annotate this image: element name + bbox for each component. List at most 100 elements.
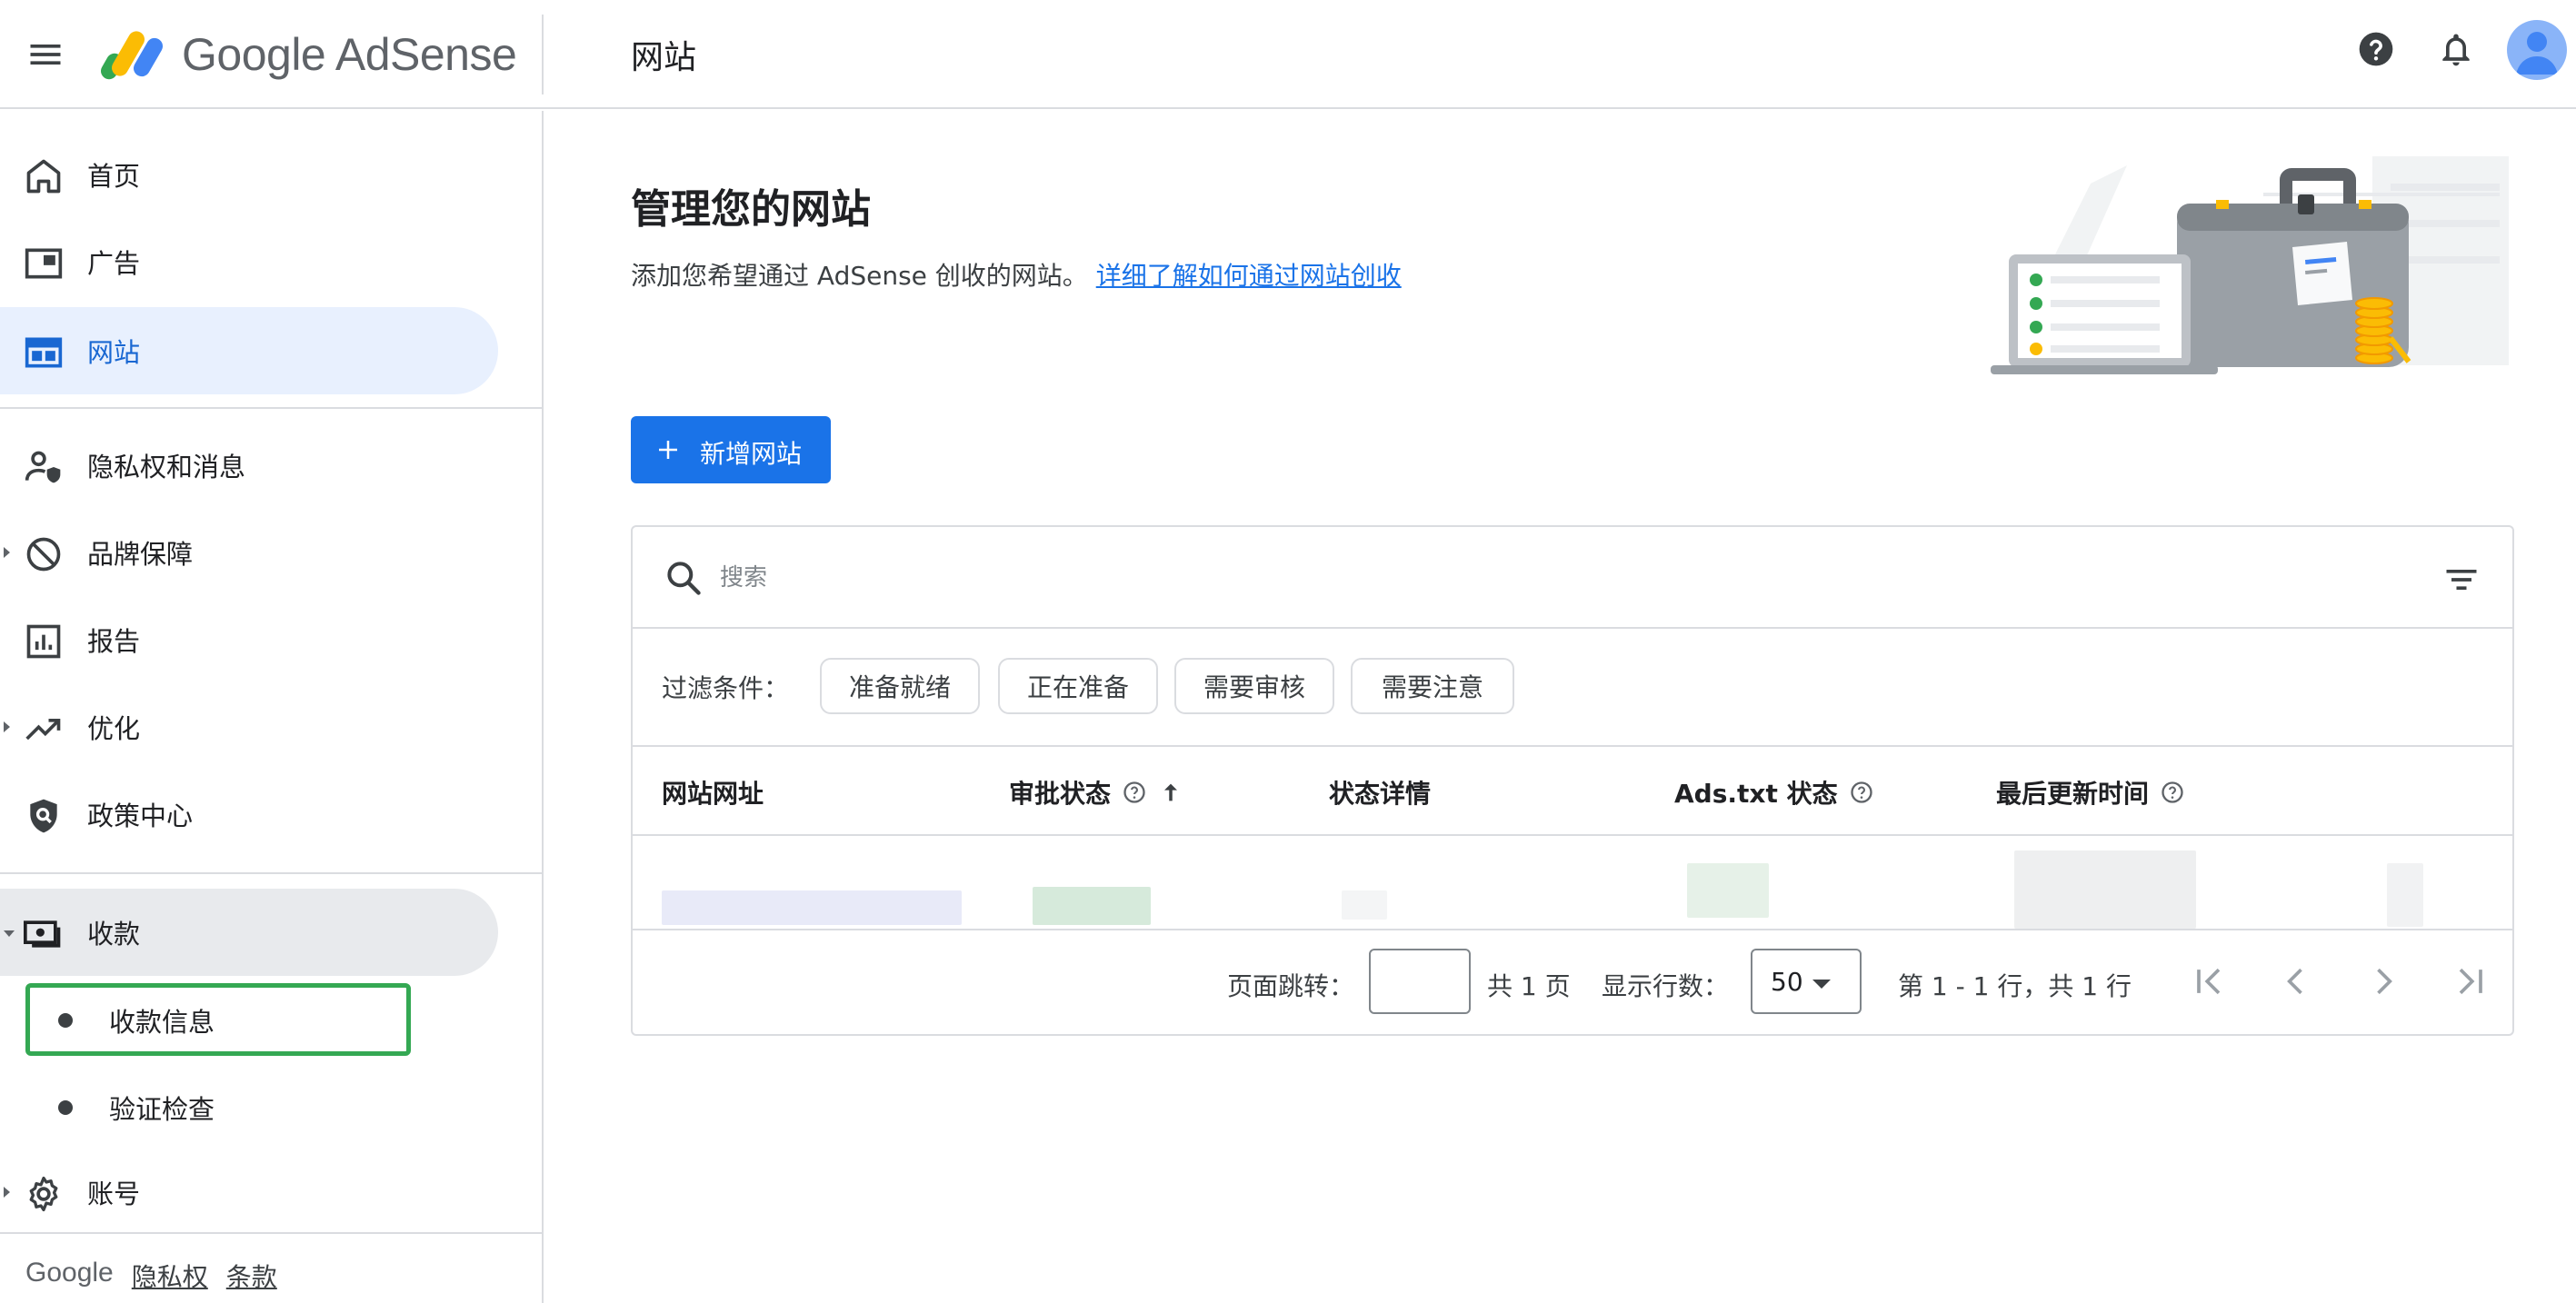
sidebar-nav: 首页 广告 网站 隐私权和消息 品牌保障 报告 优化 政策中心 收款 收款信息 … xyxy=(0,111,544,1303)
sidebar-item-label: 收款 xyxy=(87,919,141,950)
adsense-logo-icon xyxy=(101,31,163,80)
help-outline-icon[interactable] xyxy=(2160,780,2185,805)
account-avatar[interactable] xyxy=(2507,20,2567,80)
bullet-dot xyxy=(58,1013,73,1028)
column-header-label: 网站网址 xyxy=(662,779,764,809)
next-page-icon[interactable] xyxy=(2363,961,2403,1001)
sidebar-item-label: 账号 xyxy=(87,1179,141,1209)
learn-more-link[interactable]: 详细了解如何通过网站创收 xyxy=(1096,261,1402,291)
adsense-logo[interactable]: Google AdSense xyxy=(100,20,517,89)
collapse-caret-icon xyxy=(4,930,15,937)
table-row[interactable] xyxy=(633,836,2512,930)
plus-icon xyxy=(659,441,677,459)
sidebar-item-label: 首页 xyxy=(87,161,141,192)
last-page-icon[interactable] xyxy=(2451,961,2491,1001)
description-text: 添加您希望通过 AdSense 创收的网站。 xyxy=(631,261,1088,291)
sidebar-item-label: 网站 xyxy=(87,337,141,368)
ads-icon xyxy=(25,248,63,279)
rows-per-page-select[interactable]: 50 xyxy=(1751,949,1862,1014)
notifications-bell-icon[interactable] xyxy=(2436,29,2476,69)
sidebar-divider xyxy=(0,1232,542,1234)
search-row xyxy=(633,527,2512,629)
chip-ready[interactable]: 准备就绪 xyxy=(820,658,980,714)
sidebar-footer: Google 隐私权 条款 xyxy=(25,1258,277,1294)
add-site-button[interactable]: 新增网站 xyxy=(631,416,831,483)
topbar-divider xyxy=(542,15,544,94)
sidebar-item-home[interactable]: 首页 xyxy=(0,131,498,218)
block-icon xyxy=(26,537,61,572)
sidebar-item-label: 品牌保障 xyxy=(87,539,194,570)
sidebar-item-sites[interactable]: 网站 xyxy=(0,307,498,394)
search-icon xyxy=(667,562,701,595)
column-header-ads-txt-status: Ads.txt 状态 xyxy=(1674,774,1874,811)
add-site-button-label: 新增网站 xyxy=(700,439,803,469)
sidebar-item-label: 报告 xyxy=(87,626,141,657)
avatar-person-icon xyxy=(2516,32,2558,75)
pagination-bar: 页面跳转： 共 1 页 显示行数： 50 第 1 - 1 行，共 1 行 xyxy=(633,930,2512,1034)
help-outline-icon[interactable] xyxy=(1849,780,1874,805)
redacted-ads-txt-status xyxy=(1687,863,1769,918)
sidebar-item-label: 政策中心 xyxy=(87,801,194,831)
column-header-status-details: 状态详情 xyxy=(1329,774,1431,811)
chip-needs-attention[interactable]: 需要注意 xyxy=(1351,658,1514,714)
sidebar-item-account[interactable]: 账号 xyxy=(0,1149,498,1236)
footer-google-brand: Google xyxy=(25,1258,114,1288)
top-app-bar: Google AdSense 网站 xyxy=(0,0,2576,109)
hamburger-menu-icon[interactable] xyxy=(25,35,65,75)
sidebar-item-privacy-messages[interactable]: 隐私权和消息 xyxy=(0,422,498,509)
chip-needs-review[interactable]: 需要审核 xyxy=(1174,658,1334,714)
column-header-approval-status[interactable]: 审批状态 xyxy=(1009,774,1183,811)
sidebar-item-ads[interactable]: 广告 xyxy=(0,218,498,305)
sidebar-item-brand-safety[interactable]: 品牌保障 xyxy=(0,509,498,596)
payments-icon xyxy=(24,920,61,948)
sort-arrow-up-icon[interactable] xyxy=(1158,780,1183,805)
policy-shield-icon xyxy=(30,799,57,833)
home-icon xyxy=(26,159,61,194)
sites-icon xyxy=(25,337,63,368)
sidebar-item-payments[interactable]: 收款 xyxy=(0,889,498,976)
filter-label: 过滤条件： xyxy=(662,673,790,703)
expand-caret-icon xyxy=(4,721,10,732)
filter-list-icon[interactable] xyxy=(2441,560,2481,600)
sidebar-divider xyxy=(0,407,542,409)
page-header-title: 网站 xyxy=(631,39,697,76)
rows-per-page-value: 50 xyxy=(1771,967,1803,997)
column-header-label: 最后更新时间 xyxy=(1996,779,2150,809)
sidebar-item-label: 优化 xyxy=(87,713,141,744)
sites-hero-illustration xyxy=(1991,156,2509,374)
page-title: 管理您的网站 xyxy=(631,186,871,233)
column-header-label: 状态详情 xyxy=(1329,779,1432,809)
first-page-icon[interactable] xyxy=(2189,961,2229,1001)
search-input[interactable] xyxy=(720,554,2083,602)
dropdown-caret-icon xyxy=(1812,980,1831,989)
chip-preparing[interactable]: 正在准备 xyxy=(998,658,1158,714)
privacy-icon xyxy=(25,451,61,483)
bullet-dot xyxy=(58,1100,73,1115)
expand-caret-icon xyxy=(4,1187,10,1198)
sidebar-item-optimize[interactable]: 优化 xyxy=(0,683,498,771)
sidebar-subitem-label: 收款信息 xyxy=(109,1007,215,1038)
column-header-site-url[interactable]: 网站网址 xyxy=(662,774,764,811)
sidebar-item-label: 广告 xyxy=(87,248,141,279)
redacted-last-updated xyxy=(2014,850,2196,929)
sidebar-subitem-label: 验证检查 xyxy=(109,1094,215,1125)
footer-terms-link[interactable]: 条款 xyxy=(226,1258,277,1294)
previous-page-icon[interactable] xyxy=(2276,961,2316,1001)
sidebar-item-policy-center[interactable]: 政策中心 xyxy=(0,771,498,858)
sidebar-subitem-verification[interactable]: 验证检查 xyxy=(25,1070,411,1143)
reports-icon xyxy=(26,624,61,659)
sidebar-subitem-payment-info[interactable]: 收款信息 xyxy=(25,983,411,1056)
rows-per-page-label: 显示行数： xyxy=(1602,971,1730,1001)
help-icon[interactable] xyxy=(2356,29,2396,69)
page-description: 添加您希望通过 AdSense 创收的网站。 详细了解如何通过网站创收 xyxy=(631,256,1402,293)
sidebar-item-reports[interactable]: 报告 xyxy=(0,596,498,683)
page-jump-input[interactable] xyxy=(1369,949,1471,1014)
table-header: 网站网址 审批状态 状态详情 Ads.txt 状态 最后更新时间 xyxy=(633,747,2512,836)
total-pages-text: 共 1 页 xyxy=(1487,971,1571,1001)
column-header-label: 审批状态 xyxy=(1009,779,1112,809)
logo-text: Google AdSense xyxy=(182,29,517,80)
help-outline-icon[interactable] xyxy=(1122,780,1147,805)
column-header-label: Ads.txt 状态 xyxy=(1674,779,1838,809)
footer-privacy-link[interactable]: 隐私权 xyxy=(132,1258,208,1294)
redacted-approval-status xyxy=(1033,887,1151,925)
